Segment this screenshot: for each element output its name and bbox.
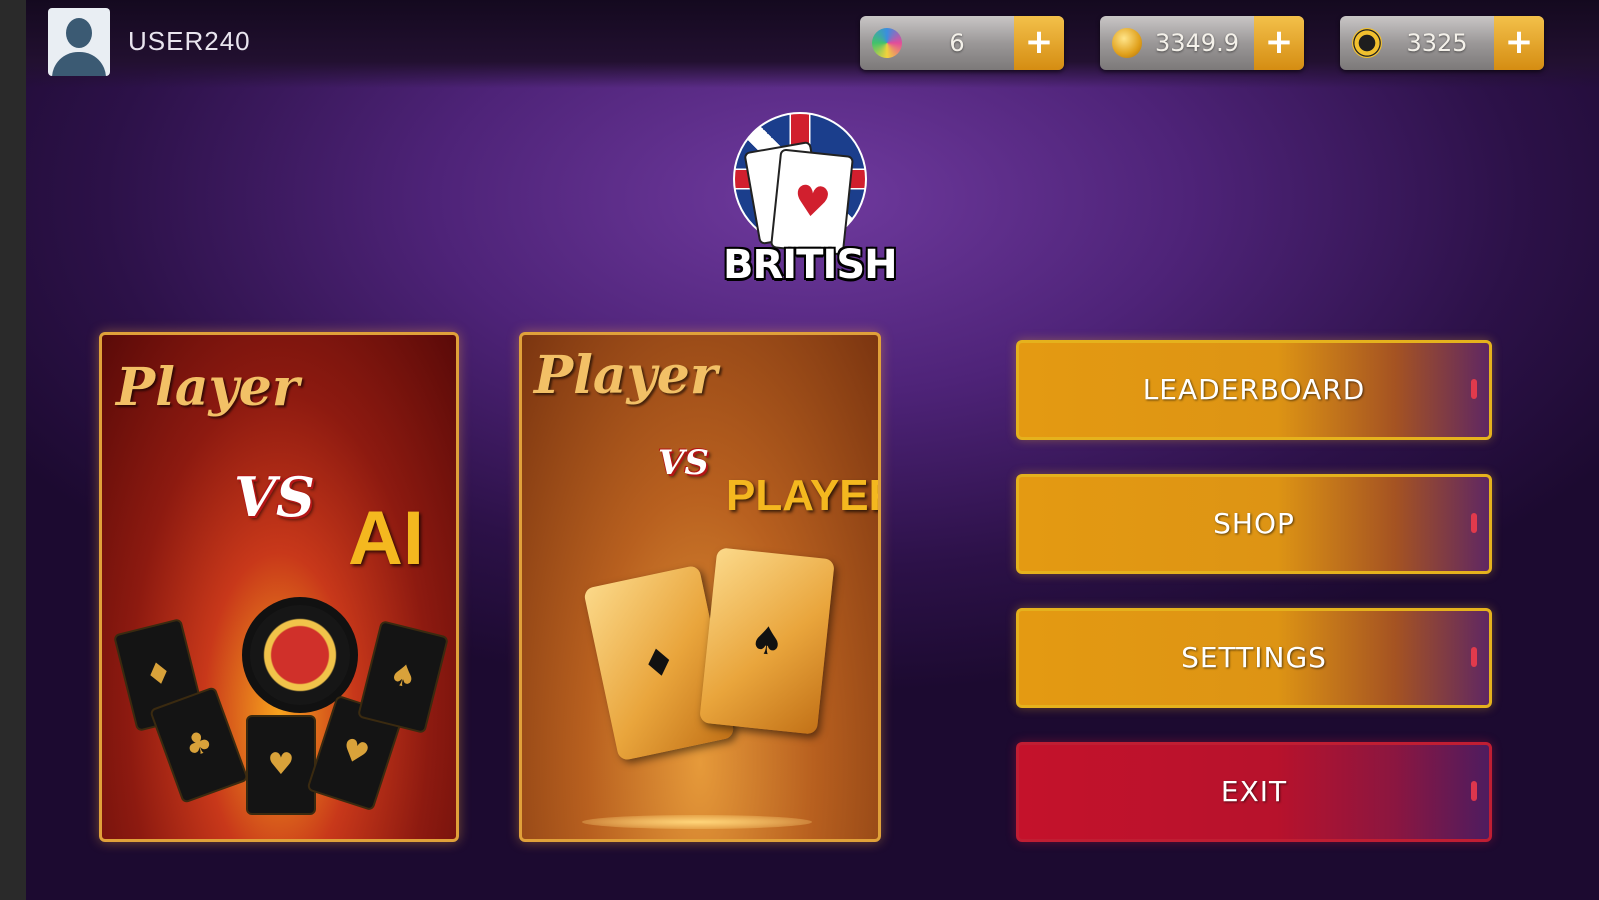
leaderboard-label: LEADERBOARD [1142, 373, 1366, 406]
gem-icon [872, 28, 902, 58]
settings-button[interactable]: SETTINGS [1016, 608, 1492, 708]
chip-icon [1352, 28, 1382, 58]
settings-label: SETTINGS [1181, 641, 1327, 674]
coin-counter: 3349.9 + [1100, 16, 1304, 70]
logo-text: BRITISH [723, 242, 898, 288]
card-glow [582, 815, 812, 829]
black-card-heart: ♥ [246, 715, 316, 815]
shop-label: SHOP [1213, 507, 1295, 540]
exit-button[interactable]: EXIT [1016, 742, 1492, 842]
mode-player-label: Player [116, 357, 300, 418]
black-card-club: ♣ [149, 686, 249, 804]
leaderboard-button[interactable]: LEADERBOARD [1016, 340, 1492, 440]
exit-label: EXIT [1220, 775, 1288, 808]
opponent-ai-label: AI [348, 496, 424, 581]
gem-counter: 6 + [860, 16, 1064, 70]
gem-value: 6 [949, 29, 965, 57]
player-vs-ai-card[interactable]: Player VS AI ♦ ♣ ♥ ♥ ♠ [99, 332, 459, 842]
mode-player-label: Player [534, 345, 718, 406]
button-indicator [1471, 781, 1477, 801]
button-indicator [1471, 379, 1477, 399]
coin-value: 3349.9 [1155, 29, 1239, 57]
gold-card-spade: ♠ [699, 547, 835, 735]
opponent-player-label: PLAYER [726, 471, 878, 520]
add-gems-button[interactable]: + [1014, 16, 1064, 70]
chip-counter: 3325 + [1340, 16, 1544, 70]
player-vs-player-card[interactable]: Player VS PLAYER ♦ ♠ [519, 332, 881, 842]
button-indicator [1471, 647, 1477, 667]
chip-value: 3325 [1406, 29, 1468, 57]
black-card-spade: ♠ [356, 620, 450, 734]
coin-icon [1112, 28, 1142, 58]
game-main-menu: USER240 6 + 3349.9 + 3325 + ♥ BRITISH Pl… [26, 0, 1599, 900]
add-chips-button[interactable]: + [1494, 16, 1544, 70]
user-silhouette-icon[interactable] [48, 8, 110, 76]
top-bar: USER240 6 + 3349.9 + 3325 + [26, 0, 1599, 88]
shop-button[interactable]: SHOP [1016, 474, 1492, 574]
button-indicator [1471, 513, 1477, 533]
avatar-head [66, 18, 92, 48]
add-coins-button[interactable]: + [1254, 16, 1304, 70]
username-label: USER240 [128, 26, 251, 56]
british-logo: ♥ BRITISH [723, 112, 898, 302]
logo-card-heart: ♥ [769, 148, 855, 256]
avatar-body [52, 52, 106, 76]
vs-label: VS [234, 465, 315, 529]
vs-label: VS [658, 443, 709, 483]
